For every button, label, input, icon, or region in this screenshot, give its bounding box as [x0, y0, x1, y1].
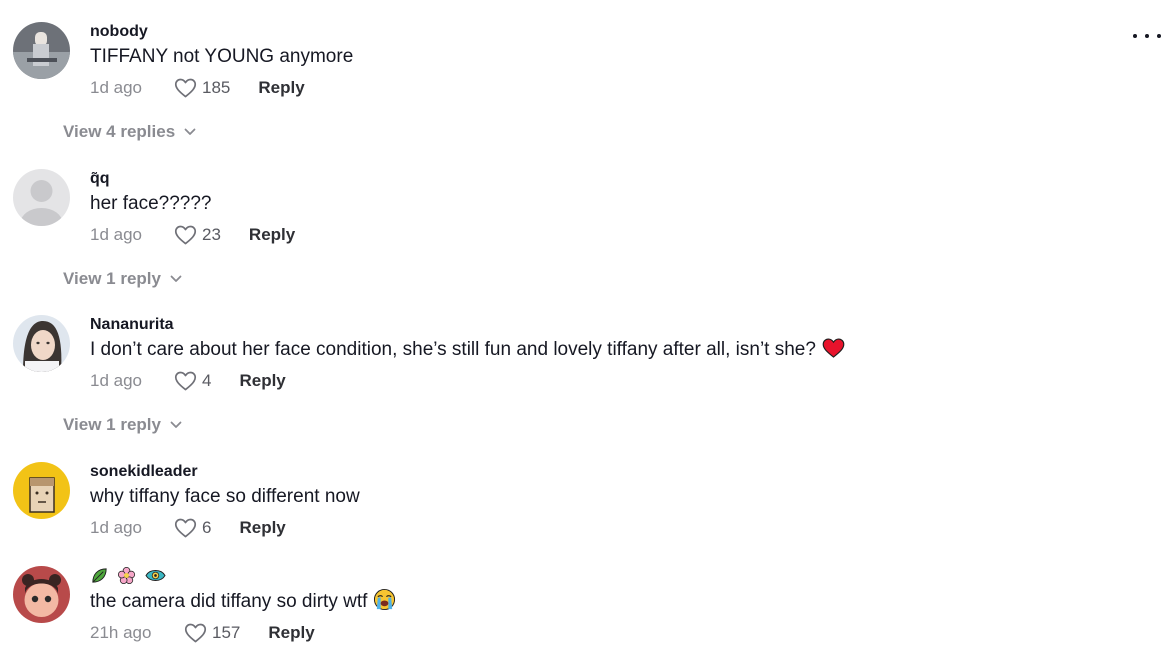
- eye-emoji-icon: [145, 570, 166, 582]
- view-replies-label: View 4 replies: [63, 122, 176, 141]
- comment-username[interactable]: [90, 566, 1090, 586]
- avatar[interactable]: [13, 566, 70, 623]
- like-count: 185: [202, 78, 231, 97]
- view-replies-button[interactable]: View 4 replies: [63, 122, 196, 142]
- reply-button[interactable]: Reply: [239, 371, 285, 391]
- comment-time: 1d ago: [90, 78, 142, 97]
- like-count: 4: [202, 371, 212, 390]
- more-dot: [1145, 34, 1149, 38]
- like-count: 6: [202, 518, 212, 537]
- comment-body: q͂q her face????? 1d ago 23 Reply: [90, 169, 1090, 248]
- comments-panel: nobody TIFFANY not YOUNG anymore 1d ago …: [0, 0, 1173, 669]
- reply-button[interactable]: Reply: [239, 518, 285, 538]
- comment-meta: 1d ago 185 Reply: [90, 75, 1090, 101]
- heart-outline-icon: [174, 371, 197, 391]
- comment-text: I don’t care about her face condition, s…: [90, 337, 1090, 363]
- leaf-emoji-icon: [92, 568, 107, 583]
- view-replies-label: View 1 reply: [63, 269, 161, 288]
- comment-meta: 21h ago 157 Reply: [90, 620, 1090, 646]
- comment-body: nobody TIFFANY not YOUNG anymore 1d ago …: [90, 22, 1090, 101]
- view-replies-button[interactable]: View 1 reply: [63, 415, 182, 435]
- chevron-down-icon: [170, 275, 182, 282]
- flower-emoji-icon: [118, 567, 136, 585]
- comment-body: Nananurita I don’t care about her face c…: [90, 315, 1090, 394]
- comment-text: TIFFANY not YOUNG anymore: [90, 46, 354, 67]
- avatar[interactable]: [13, 462, 70, 519]
- comment-time: 1d ago: [90, 518, 142, 537]
- comment-text: her face?????: [90, 193, 212, 214]
- heart-outline-icon: [174, 78, 197, 98]
- comment-username[interactable]: Nananurita: [90, 315, 1090, 335]
- comment-meta: 1d ago 4 Reply: [90, 368, 1090, 394]
- chevron-down-icon: [170, 421, 182, 428]
- avatar[interactable]: [13, 22, 70, 79]
- more-dot: [1133, 34, 1137, 38]
- more-dot: [1157, 34, 1161, 38]
- comment-text: why tiffany face so different now: [90, 486, 360, 507]
- comment-username[interactable]: nobody: [90, 22, 1090, 42]
- heart-outline-icon: [174, 225, 197, 245]
- view-replies-label: View 1 reply: [63, 415, 161, 434]
- comment-time: 1d ago: [90, 371, 142, 390]
- like-button[interactable]: 185: [174, 78, 230, 98]
- like-count: 157: [212, 623, 241, 642]
- comment-body: the camera did tiffany so dirty wtf 21h …: [90, 566, 1090, 646]
- reply-button[interactable]: Reply: [258, 78, 304, 98]
- comment-time: 1d ago: [90, 225, 142, 244]
- comment-text-content: the camera did tiffany so dirty wtf: [90, 591, 368, 612]
- reply-button[interactable]: Reply: [268, 623, 314, 643]
- more-options-button[interactable]: [1133, 27, 1161, 45]
- like-button[interactable]: 23: [174, 225, 221, 245]
- chevron-down-icon: [184, 128, 196, 135]
- avatar[interactable]: [13, 315, 70, 372]
- comment-time: 21h ago: [90, 623, 152, 642]
- comment-username[interactable]: sonekidleader: [90, 462, 1090, 482]
- comment-text: the camera did tiffany so dirty wtf: [90, 588, 1090, 615]
- loudly-crying-face-emoji-icon: [374, 588, 396, 611]
- like-count: 23: [202, 225, 221, 244]
- reply-button[interactable]: Reply: [249, 225, 295, 245]
- comment-username[interactable]: q͂q: [90, 169, 1090, 189]
- comment-text-content: I don’t care about her face condition, s…: [90, 339, 816, 360]
- like-button[interactable]: 6: [174, 518, 211, 538]
- comment-meta: 1d ago 6 Reply: [90, 515, 1090, 541]
- like-button[interactable]: 157: [184, 623, 240, 643]
- heart-outline-icon: [174, 518, 197, 538]
- heart-outline-icon: [184, 623, 207, 643]
- view-replies-button[interactable]: View 1 reply: [63, 269, 182, 289]
- comment-body: sonekidleader why tiffany face so differ…: [90, 462, 1090, 541]
- comment-meta: 1d ago 23 Reply: [90, 222, 1090, 248]
- avatar[interactable]: [13, 169, 70, 226]
- like-button[interactable]: 4: [174, 371, 211, 391]
- red-heart-emoji-icon: [822, 338, 845, 358]
